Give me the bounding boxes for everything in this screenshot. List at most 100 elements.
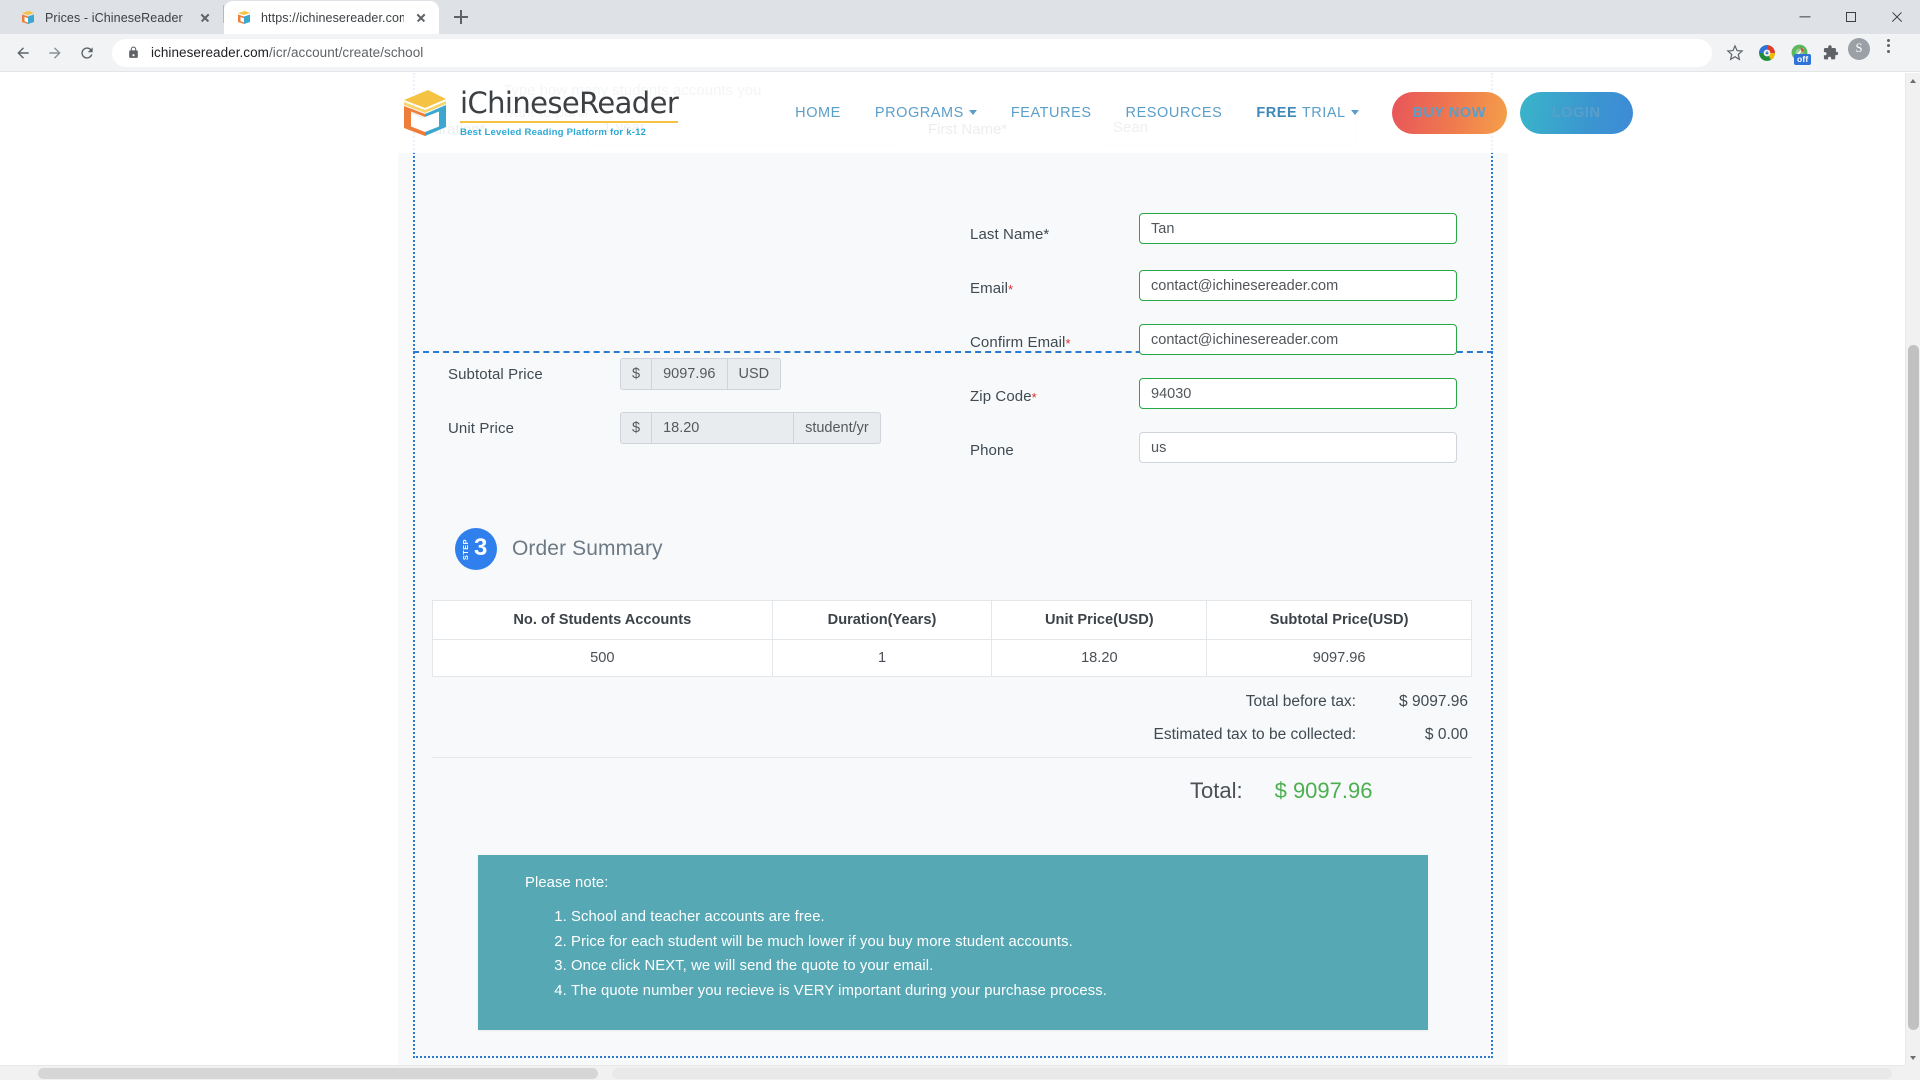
nav-item-programs-label: PROGRAMS	[874, 105, 964, 121]
forward-arrow-icon[interactable]	[40, 38, 70, 68]
total-before-tax-label: Total before tax:	[1245, 693, 1356, 710]
site-header-inner: iChineseReader Best Leveled Reading Plat…	[398, 73, 1633, 153]
site-nav: HOME PROGRAMS FEATURES RESOURCES FREE TR…	[778, 92, 1633, 134]
cell-subtotal-price: 9097.96	[1206, 639, 1472, 677]
scroll-down-arrow-icon[interactable]	[1906, 1050, 1920, 1065]
grand-total-value: $ 9097.96	[1274, 778, 1373, 803]
please-note-box: Please note: School and teacher accounts…	[478, 855, 1428, 1030]
address-bar[interactable]: ichinesereader.com/icr/account/create/sc…	[112, 38, 1712, 67]
new-tab-button[interactable]	[447, 3, 475, 31]
email-label-text: Email	[970, 280, 1009, 297]
col-unit-price: Unit Price(USD)	[991, 600, 1208, 640]
url-text: ichinesereader.com/icr/account/create/sc…	[151, 45, 1699, 60]
step-3-badge: STEP 3	[455, 528, 497, 570]
grand-total-label: Total:	[1190, 778, 1243, 803]
order-summary-table: No. of Students Accounts Duration(Years)…	[432, 600, 1472, 677]
subtotal-price-value: 9097.96	[651, 358, 728, 390]
confirm-email-label-text: Confirm Email	[970, 334, 1066, 351]
site-logo[interactable]: iChineseReader Best Leveled Reading Plat…	[398, 86, 679, 140]
browser-toolbar: ichinesereader.com/icr/account/create/sc…	[0, 34, 1920, 72]
toolbar-icons: off S	[1720, 37, 1912, 68]
buy-now-button[interactable]: BUY NOW	[1391, 92, 1507, 134]
close-icon[interactable]	[197, 10, 213, 26]
avatar-letter: S	[1848, 37, 1870, 60]
email-label: Email*	[970, 280, 1013, 297]
page-viewport: Type how many students accounts you want…	[0, 73, 1920, 1080]
zip-code-value: 94030	[1151, 385, 1192, 402]
extensions-puzzle-icon[interactable]	[1816, 38, 1846, 68]
scroll-up-arrow-icon[interactable]	[1906, 73, 1920, 88]
minimize-icon[interactable]	[1782, 0, 1828, 34]
back-arrow-icon[interactable]	[8, 38, 38, 68]
horizontal-scrollbar-thumb[interactable]	[38, 1068, 598, 1079]
nav-item-resources[interactable]: RESOURCES	[1109, 105, 1240, 121]
grand-total-row: Total: $ 9097.96	[1190, 778, 1372, 804]
scrollbar-corner	[1905, 1065, 1920, 1080]
phone-input[interactable]: us	[1139, 432, 1457, 463]
page-title: Order Summary	[512, 537, 663, 560]
free-trial-rest: TRIAL	[1301, 105, 1346, 121]
estimated-tax-value: $ 0.00	[1424, 726, 1468, 743]
login-button[interactable]: LOGIN	[1519, 92, 1633, 134]
window-close-icon[interactable]	[1874, 0, 1920, 34]
chrome-menu-kebab-icon[interactable]	[1880, 38, 1910, 68]
browser-tab-create-school[interactable]: https://ichinesereader.com/icr/ac	[224, 1, 439, 34]
cell-unit-price: 18.20	[991, 639, 1208, 677]
note-item: School and teacher accounts are free.	[571, 905, 1428, 930]
ichinesereader-book-favicon	[236, 10, 252, 26]
reload-icon[interactable]	[72, 38, 102, 68]
url-domain: ichinesereader.com	[151, 45, 269, 60]
card-bottom-border	[413, 1056, 1493, 1058]
note-item: Once click NEXT, we will send the quote …	[571, 954, 1428, 979]
browser-window: Prices - iChineseReader https://ichinese…	[0, 0, 1920, 1080]
unit-price-field: $ 18.20 student/yr	[620, 412, 881, 444]
phone-label-text: Phone	[970, 442, 1014, 459]
vertical-scrollbar-thumb[interactable]	[1908, 345, 1919, 1030]
nav-item-features[interactable]: FEATURES	[994, 105, 1109, 121]
unit-price-label: Unit Price	[448, 420, 515, 437]
phone-label: Phone	[970, 442, 1014, 459]
nav-item-programs[interactable]: PROGRAMS	[858, 105, 994, 121]
close-icon[interactable]	[413, 10, 429, 26]
adblock-icon[interactable]: off	[1784, 38, 1814, 68]
step-word: STEP	[461, 539, 470, 561]
cell-duration-years: 1	[771, 639, 993, 677]
totals-block: Total before tax: $ 9097.96 Estimated ta…	[1038, 693, 1468, 744]
free-trial-strong: FREE	[1256, 105, 1298, 121]
book-stack-logo-icon	[398, 86, 452, 140]
profile-avatar[interactable]: S	[1848, 37, 1878, 68]
nav-item-free-trial[interactable]: FREE TRIAL	[1239, 105, 1375, 121]
vertical-scrollbar[interactable]	[1905, 73, 1920, 1065]
last-name-label-text: Last Name*	[970, 226, 1050, 243]
bookmark-star-icon[interactable]	[1720, 38, 1750, 68]
adblock-off-badge: off	[1794, 53, 1812, 65]
maximize-icon[interactable]	[1828, 0, 1874, 34]
subtotal-price-unit: USD	[727, 358, 782, 390]
email-input[interactable]: contact@ichinesereader.com	[1139, 270, 1457, 301]
totals-divider	[432, 757, 1472, 758]
browser-tab-prices[interactable]: Prices - iChineseReader	[8, 1, 223, 34]
ichinesereader-book-favicon	[20, 10, 36, 26]
chevron-down-icon	[968, 110, 977, 115]
last-name-value: Tan	[1151, 220, 1175, 237]
currency-prefix: $	[620, 358, 652, 390]
note-item: Price for each student will be much lowe…	[571, 930, 1428, 955]
idm-download-icon[interactable]	[1752, 38, 1782, 68]
last-name-input[interactable]: Tan	[1139, 213, 1457, 244]
lock-icon	[127, 45, 140, 60]
horizontal-scrollbar[interactable]	[0, 1065, 1920, 1080]
nav-item-home[interactable]: HOME	[778, 105, 858, 121]
logo-tagline: Best Leveled Reading Platform for k-12	[460, 126, 647, 138]
tab-title: Prices - iChineseReader	[45, 10, 183, 25]
confirm-email-value: contact@ichinesereader.com	[1151, 331, 1339, 348]
confirm-email-input[interactable]: contact@ichinesereader.com	[1139, 324, 1457, 355]
step-3-header: STEP 3 Order Summary	[455, 528, 663, 570]
zip-code-label: Zip Code*	[970, 388, 1037, 405]
zip-code-input[interactable]: 94030	[1139, 378, 1457, 409]
window-controls	[1782, 0, 1920, 34]
phone-value: us	[1151, 439, 1167, 456]
table-row: 500 1 18.20 9097.96	[432, 639, 1472, 677]
total-before-tax-row: Total before tax: $ 9097.96	[1038, 693, 1468, 711]
table-header-row: No. of Students Accounts Duration(Years)…	[432, 600, 1472, 640]
horizontal-scrollbar-track-segment[interactable]	[612, 1068, 1892, 1079]
